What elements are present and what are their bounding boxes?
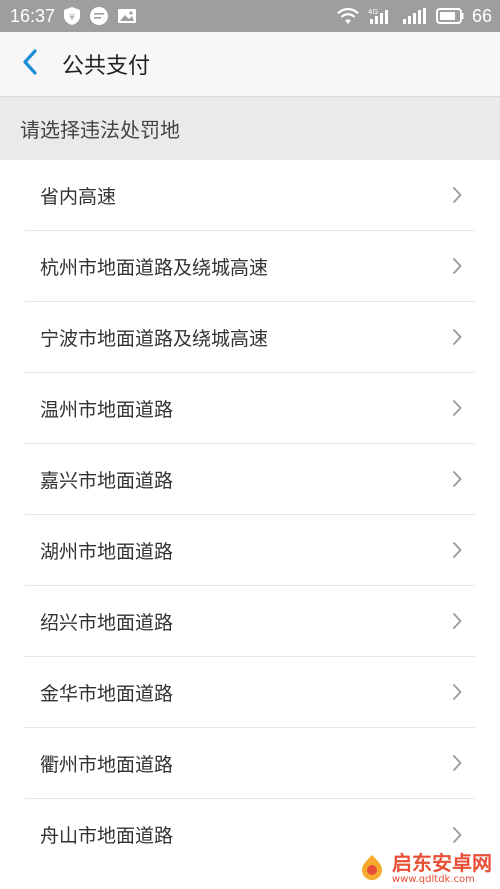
chevron-right-icon (445, 680, 469, 704)
watermark-url: www.qdltdk.com (392, 874, 475, 885)
list-item-label: 宁波市地面道路及绕城高速 (40, 327, 269, 350)
notification-icons: ¥ (63, 6, 137, 26)
battery-icon (435, 8, 464, 24)
list-item[interactable]: 湖州市地面道路 (25, 515, 475, 586)
watermark: 启东安卓网 www.qdltdk.com (358, 853, 492, 885)
chevron-right-icon (445, 183, 469, 207)
chevron-right-icon (445, 609, 469, 633)
message-bubble-icon (89, 6, 109, 26)
signal-bars-icon (402, 7, 428, 25)
list-item-label: 杭州市地面道路及绕城高速 (40, 256, 269, 279)
list-item[interactable]: 绍兴市地面道路 (25, 586, 475, 657)
list-item-label: 湖州市地面道路 (40, 540, 174, 563)
back-button[interactable] (0, 32, 60, 97)
list-item-label: 衢州市地面道路 (40, 753, 174, 776)
status-bar: 16:37 ¥ 4G 66 (0, 0, 500, 32)
list-item[interactable]: 金华市地面道路 (25, 657, 475, 728)
svg-text:¥: ¥ (69, 13, 75, 23)
list-item[interactable]: 省内高速 (25, 160, 475, 231)
chevron-right-icon (445, 467, 469, 491)
chevron-right-icon (445, 325, 469, 349)
chevron-right-icon (445, 396, 469, 420)
list-item[interactable]: 温州市地面道路 (25, 373, 475, 444)
system-status-icons: 4G 66 (336, 6, 492, 27)
region-list: 省内高速 杭州市地面道路及绕城高速 宁波市地面道路及绕城高速 温州市地面道路 嘉… (0, 160, 500, 870)
image-icon (117, 7, 137, 25)
chevron-right-icon (445, 254, 469, 278)
chevron-right-icon (445, 538, 469, 562)
chevron-right-icon (445, 823, 469, 847)
signal-4g-icon: 4G (368, 7, 394, 25)
page-title: 公共支付 (62, 54, 151, 79)
battery-percentage: 66 (471, 5, 492, 26)
list-item[interactable]: 宁波市地面道路及绕城高速 (25, 302, 475, 373)
list-item-label: 省内高速 (40, 185, 117, 208)
list-item-label: 舟山市地面道路 (40, 825, 174, 847)
list-item[interactable]: 杭州市地面道路及绕城高速 (25, 231, 475, 302)
chevron-right-icon (445, 751, 469, 775)
list-item[interactable]: 嘉兴市地面道路 (25, 444, 475, 515)
list-item-label: 绍兴市地面道路 (40, 611, 174, 634)
list-item-label: 金华市地面道路 (40, 682, 174, 705)
back-arrow-icon (22, 49, 38, 79)
section-header: 请选择违法处罚地 (0, 97, 500, 160)
watermark-logo-icon (358, 853, 386, 885)
wifi-icon (336, 7, 360, 25)
list-item-label: 嘉兴市地面道路 (40, 469, 174, 492)
status-time: 16:37 (10, 5, 56, 26)
app-bar: 公共支付 (0, 32, 500, 97)
list-item-label: 温州市地面道路 (40, 398, 174, 421)
network-type-label: 4G (368, 8, 378, 16)
list-item[interactable]: 衢州市地面道路 (25, 728, 475, 799)
watermark-brand: 启东安卓网 (392, 851, 492, 875)
wallet-shield-icon: ¥ (63, 6, 81, 26)
